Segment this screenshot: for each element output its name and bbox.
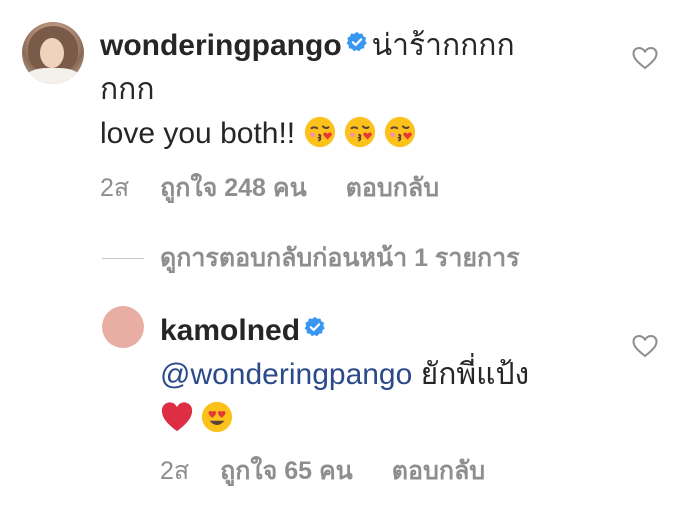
comment-username[interactable]: wonderingpango bbox=[100, 29, 342, 62]
view-previous-replies-label: ดูการตอบกลับก่อนหน้า 1 รายการ bbox=[160, 244, 520, 272]
comment-timestamp: 2ส bbox=[100, 174, 130, 202]
reply-body: kamolned @wonderingpango ยักพี่แป้ง bbox=[160, 309, 620, 441]
verified-badge-icon bbox=[304, 316, 325, 337]
comment-meta: 2ส ถูกใจ 248 คน ตอบกลับ bbox=[100, 168, 439, 208]
reply-mention-link[interactable]: @wonderingpango bbox=[160, 358, 412, 391]
like-heart-icon[interactable] bbox=[632, 46, 658, 70]
comment-text-line1: น่าร้ากกกก bbox=[371, 29, 515, 62]
reply-likes-count[interactable]: ถูกใจ 65 คน bbox=[220, 451, 353, 491]
like-heart-icon[interactable] bbox=[632, 334, 658, 358]
reply-avatar[interactable] bbox=[102, 306, 144, 348]
comment-likes-count[interactable]: ถูกใจ 248 คน bbox=[160, 168, 307, 208]
reply-meta: 2ส ถูกใจ 65 คน ตอบกลับ bbox=[160, 451, 485, 491]
red-heart-emoji-icon bbox=[161, 402, 193, 432]
avatar-face bbox=[40, 38, 64, 68]
divider-line bbox=[102, 257, 144, 259]
comment-text-line2: กกก bbox=[100, 73, 155, 106]
comment-body: wonderingpango น่าร้ากกกก กกก love you bo… bbox=[100, 24, 620, 156]
kissing-heart-emoji-icon bbox=[385, 116, 416, 148]
kissing-heart-emoji-icon bbox=[345, 116, 376, 148]
verified-badge-icon bbox=[346, 31, 367, 52]
reply-timestamp: 2ส bbox=[160, 457, 190, 485]
avatar-shirt bbox=[26, 68, 80, 84]
reply-reply-button[interactable]: ตอบกลับ bbox=[392, 451, 485, 491]
commenter-avatar[interactable] bbox=[22, 22, 84, 84]
kissing-heart-emoji-icon bbox=[305, 116, 336, 148]
comment-text-line3: love you both!! bbox=[100, 117, 296, 150]
reply-username[interactable]: kamolned bbox=[160, 314, 300, 347]
reply-text: ยักพี่แป้ง bbox=[420, 358, 530, 391]
view-previous-replies-button[interactable]: ดูการตอบกลับก่อนหน้า 1 รายการ bbox=[102, 238, 520, 278]
comment-reply-button[interactable]: ตอบกลับ bbox=[346, 168, 439, 208]
heart-eyes-emoji-icon bbox=[201, 401, 233, 433]
